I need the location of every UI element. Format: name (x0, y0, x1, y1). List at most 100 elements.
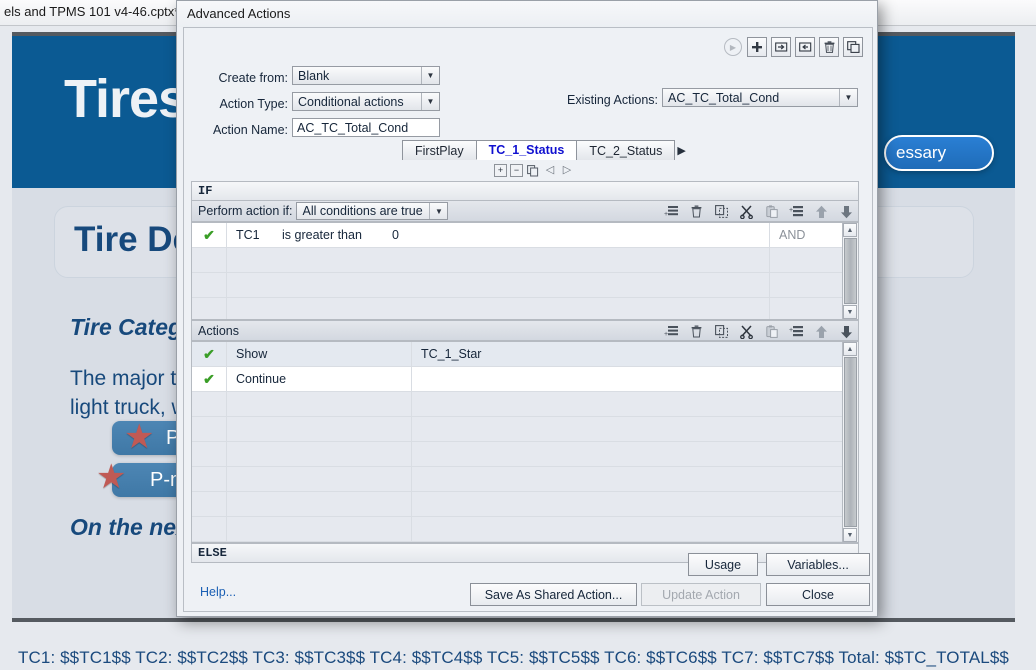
move-row-down-icon[interactable] (839, 204, 854, 219)
condition-logic-blank[interactable] (770, 298, 842, 320)
action-name-input[interactable]: AC_TC_Total_Cond (292, 118, 440, 137)
table-row[interactable]: ✔ Continue (192, 367, 842, 392)
scroll-up-button[interactable]: ▲ (843, 223, 857, 237)
close-button[interactable]: Close (766, 583, 870, 606)
table-row[interactable] (192, 492, 842, 517)
condition-operator[interactable]: is greater than (282, 223, 392, 247)
action-name-cell[interactable] (227, 442, 412, 466)
preview-action-button[interactable]: ▶ (724, 38, 742, 56)
remove-tab-button[interactable]: − (510, 164, 523, 177)
action-target-cell[interactable] (412, 392, 842, 416)
action-enabled-checkbox[interactable]: ✔ (192, 342, 227, 366)
condition-logic-blank[interactable] (770, 248, 842, 272)
action-enabled-checkbox[interactable] (192, 392, 227, 416)
action-target-cell[interactable] (412, 442, 842, 466)
action-name-cell[interactable] (227, 417, 412, 441)
variables-button[interactable]: Variables... (766, 553, 870, 576)
create-from-dropdown[interactable]: Blank ▼ (292, 66, 440, 85)
action-enabled-checkbox[interactable]: ✔ (192, 367, 227, 391)
action-name-cell[interactable]: Show (227, 342, 412, 366)
update-action-button[interactable]: Update Action (641, 583, 761, 606)
duplicate-action-button[interactable] (843, 37, 863, 57)
insert-row-icon[interactable]: + (789, 204, 804, 219)
conditions-grid[interactable]: ✔ TC1 is greater than 0 AND (191, 222, 843, 320)
usage-button[interactable]: Usage (688, 553, 758, 576)
tab-tc-2-status[interactable]: TC_2_Status (576, 140, 675, 160)
delete-row-icon[interactable] (689, 324, 704, 339)
condition-blank[interactable] (227, 248, 770, 272)
add-action-button[interactable] (747, 37, 767, 57)
delete-action-button[interactable] (819, 37, 839, 57)
tab-tc-1-status[interactable]: TC_1_Status (476, 140, 578, 160)
table-row[interactable] (192, 273, 842, 298)
actions-grid[interactable]: ✔ Show TC_1_Star ✔ Continue (191, 341, 843, 543)
table-row[interactable] (192, 442, 842, 467)
add-row-icon[interactable]: + (664, 204, 679, 219)
action-enabled-checkbox[interactable] (192, 467, 227, 491)
table-row[interactable] (192, 517, 842, 542)
banner-button[interactable]: essary (884, 135, 994, 171)
scroll-down-button[interactable]: ▼ (843, 305, 857, 319)
action-target-cell[interactable] (412, 467, 842, 491)
table-row[interactable] (192, 248, 842, 273)
action-target-cell[interactable] (412, 517, 842, 541)
action-enabled-checkbox[interactable] (192, 442, 227, 466)
actions-scrollbar[interactable]: ▲ ▼ (843, 341, 859, 543)
move-tab-left-button[interactable]: ◁ (543, 164, 557, 177)
action-name-cell[interactable] (227, 467, 412, 491)
condition-logic[interactable]: AND (770, 223, 842, 247)
export-action-button[interactable] (771, 37, 791, 57)
conditions-scrollbar[interactable]: ▲ ▼ (843, 222, 859, 320)
table-row[interactable] (192, 467, 842, 492)
scroll-thumb[interactable] (844, 238, 857, 304)
cut-row-icon[interactable] (739, 324, 754, 339)
add-row-icon[interactable]: + (664, 324, 679, 339)
table-row[interactable]: ✔ Show TC_1_Star (192, 342, 842, 367)
duplicate-tab-button[interactable] (526, 164, 540, 177)
condition-enabled-checkbox[interactable]: ✔ (192, 223, 227, 247)
dialog-title-bar[interactable]: Advanced Actions (177, 1, 877, 27)
action-enabled-checkbox[interactable] (192, 417, 227, 441)
tab-scroll-right-icon[interactable]: ▶ (677, 140, 685, 160)
action-target-cell[interactable] (412, 492, 842, 516)
action-target-cell[interactable]: TC_1_Star (412, 342, 842, 366)
delete-row-icon[interactable] (689, 204, 704, 219)
condition-variable[interactable]: TC1 (227, 223, 282, 247)
action-name-cell[interactable] (227, 492, 412, 516)
import-action-button[interactable] (795, 37, 815, 57)
existing-actions-dropdown[interactable]: AC_TC_Total_Cond ▼ (662, 88, 858, 107)
move-row-down-icon[interactable] (839, 324, 854, 339)
document-tab-title[interactable]: els and TPMS 101 v4-46.cptx* (4, 4, 179, 19)
action-name-cell[interactable]: Continue (227, 367, 412, 391)
action-target-cell[interactable] (412, 417, 842, 441)
table-row[interactable]: ✔ TC1 is greater than 0 AND (192, 223, 842, 248)
save-as-shared-action-button[interactable]: Save As Shared Action... (470, 583, 637, 606)
table-row[interactable] (192, 417, 842, 442)
add-tab-button[interactable]: + (494, 164, 507, 177)
paste-row-icon[interactable] (764, 204, 779, 219)
scroll-thumb[interactable] (844, 357, 857, 527)
scroll-down-button[interactable]: ▼ (843, 528, 857, 542)
paste-row-icon[interactable] (764, 324, 779, 339)
condition-logic-blank[interactable] (770, 273, 842, 297)
condition-enabled-checkbox[interactable] (192, 298, 227, 320)
copy-row-icon[interactable] (714, 324, 729, 339)
table-row[interactable] (192, 298, 842, 320)
action-type-dropdown[interactable]: Conditional actions ▼ (292, 92, 440, 111)
copy-row-icon[interactable] (714, 204, 729, 219)
condition-blank[interactable] (227, 298, 770, 320)
perform-action-dropdown[interactable]: All conditions are true ▼ (296, 202, 448, 220)
table-row[interactable] (192, 392, 842, 417)
condition-value[interactable]: 0 (392, 223, 770, 247)
tab-firstplay[interactable]: FirstPlay (402, 140, 477, 160)
action-target-cell[interactable] (412, 367, 842, 391)
action-enabled-checkbox[interactable] (192, 492, 227, 516)
cut-row-icon[interactable] (739, 204, 754, 219)
condition-enabled-checkbox[interactable] (192, 248, 227, 272)
move-row-up-icon[interactable] (814, 324, 829, 339)
condition-blank[interactable] (227, 273, 770, 297)
move-row-up-icon[interactable] (814, 204, 829, 219)
help-link[interactable]: Help... (200, 585, 236, 599)
condition-enabled-checkbox[interactable] (192, 273, 227, 297)
action-name-cell[interactable] (227, 517, 412, 541)
